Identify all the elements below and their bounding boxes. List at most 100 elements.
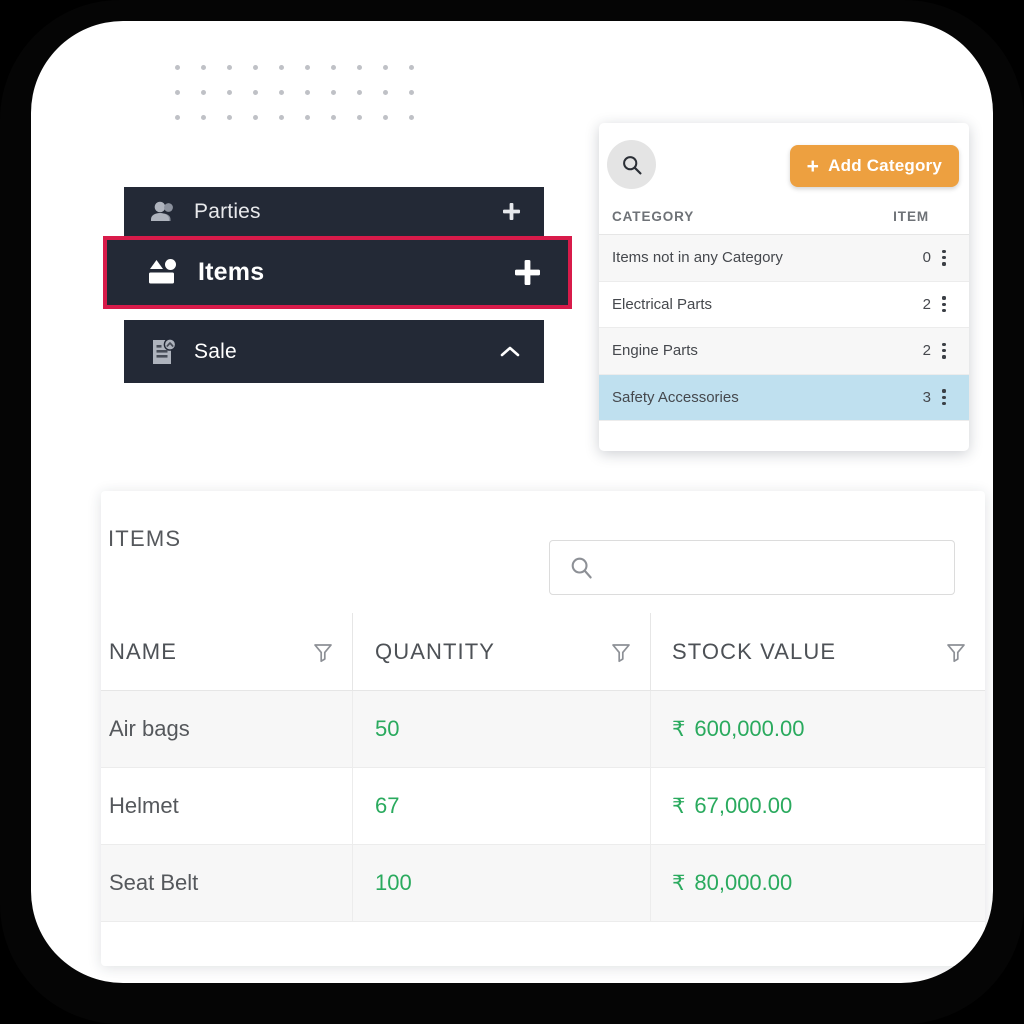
sidebar-item-items-highlight: Items (103, 236, 572, 309)
items-table-header: NAME QUANTITY STOCK VALUE (101, 613, 985, 691)
chevron-up-icon[interactable] (498, 344, 522, 360)
add-category-button[interactable]: + Add Category (789, 145, 959, 187)
sidebar-item-label: Sale (194, 339, 237, 363)
table-row[interactable]: Seat Belt 100 ₹ 80,000.00 (101, 845, 985, 922)
category-name: Electrical Parts (612, 295, 713, 313)
cell-stock-value: ₹ 600,000.00 (651, 691, 985, 768)
dot (357, 65, 362, 70)
dot (279, 90, 284, 95)
items-search-input[interactable] (549, 540, 955, 595)
dot (175, 65, 180, 70)
category-row-menu-icon[interactable] (931, 342, 957, 359)
filter-icon[interactable] (312, 641, 334, 663)
filter-icon[interactable] (945, 641, 967, 663)
dot (357, 115, 362, 120)
app-canvas: Parties Items Sale + Add Category CATEGO… (31, 21, 993, 983)
cell-quantity: 50 (353, 691, 651, 768)
category-table-header: CATEGORY ITEM (599, 199, 969, 235)
dot (227, 115, 232, 120)
dot (201, 115, 206, 120)
cell-name: Seat Belt (101, 845, 353, 922)
rupee-icon: ₹ (672, 794, 686, 818)
dot (409, 65, 414, 70)
add-party-plus-icon[interactable] (501, 201, 522, 222)
dot (383, 90, 388, 95)
dot (253, 90, 258, 95)
dot-row (175, 65, 435, 90)
sidebar-item-items[interactable]: Items (107, 240, 568, 305)
dot (175, 115, 180, 120)
cell-quantity: 67 (353, 768, 651, 845)
category-name: Safety Accessories (612, 388, 739, 406)
filter-icon[interactable] (610, 641, 632, 663)
dot (253, 115, 258, 120)
category-row-menu-icon[interactable] (931, 249, 957, 266)
dot (227, 90, 232, 95)
dot (331, 65, 336, 70)
add-item-plus-icon[interactable] (513, 258, 542, 287)
sidebar-item-label: Parties (194, 199, 261, 223)
dot (305, 90, 310, 95)
category-row[interactable]: Electrical Parts 2 (599, 281, 969, 328)
people-icon (146, 200, 180, 224)
plus-icon: + (806, 154, 820, 178)
dot (279, 115, 284, 120)
table-row[interactable]: Helmet 67 ₹ 67,000.00 (101, 768, 985, 845)
category-row-menu-icon[interactable] (931, 296, 957, 313)
search-icon (621, 154, 643, 176)
category-search-button[interactable] (607, 140, 656, 189)
category-item-count: 0 (922, 249, 931, 267)
dot (201, 90, 206, 95)
invoice-icon (146, 337, 180, 367)
sidebar-item-label: Items (198, 258, 265, 286)
category-item-count: 2 (922, 295, 931, 313)
sidebar-item-sale[interactable]: Sale (124, 320, 544, 383)
dot-row (175, 90, 435, 115)
column-header-category: CATEGORY (612, 209, 695, 224)
sidebar-nav: Parties Items Sale (103, 187, 572, 383)
category-row-selected[interactable]: Safety Accessories 3 (599, 374, 969, 421)
column-label: NAME (109, 638, 177, 664)
category-row-menu-icon[interactable] (931, 389, 957, 406)
dot (253, 65, 258, 70)
dot (409, 115, 414, 120)
dot (357, 90, 362, 95)
items-card-title: ITEMS (108, 526, 182, 551)
dot (331, 115, 336, 120)
category-name: Items not in any Category (612, 249, 783, 267)
category-item-count: 2 (922, 342, 931, 360)
dot (175, 90, 180, 95)
cell-name: Helmet (101, 768, 353, 845)
dot (331, 90, 336, 95)
sidebar-item-parties[interactable]: Parties (124, 187, 544, 236)
add-category-label: Add Category (828, 156, 942, 175)
cell-quantity: 100 (353, 845, 651, 922)
dot (409, 90, 414, 95)
dot (279, 65, 284, 70)
column-header-name: NAME (101, 613, 353, 690)
category-item-count: 3 (922, 388, 931, 406)
dot (305, 115, 310, 120)
table-row[interactable]: Air bags 50 ₹ 600,000.00 (101, 691, 985, 768)
cell-stock-value: ₹ 67,000.00 (651, 768, 985, 845)
category-name: Engine Parts (612, 342, 698, 360)
cell-stock-value: ₹ 80,000.00 (651, 845, 985, 922)
rupee-icon: ₹ (672, 717, 686, 741)
column-header-quantity: QUANTITY (353, 613, 651, 690)
decorative-dot-grid (175, 65, 435, 140)
items-table: NAME QUANTITY STOCK VALUE Air bags 50 ₹ … (101, 613, 985, 922)
category-toolbar: + Add Category (599, 123, 969, 199)
stock-value-amount: 600,000.00 (694, 716, 805, 741)
column-header-stock-value: STOCK VALUE (651, 613, 985, 690)
items-box-icon (146, 258, 180, 288)
category-row[interactable]: Items not in any Category 0 (599, 235, 969, 282)
dot (201, 65, 206, 70)
column-header-item: ITEM (893, 209, 929, 224)
dot (383, 115, 388, 120)
column-label: STOCK VALUE (672, 638, 837, 664)
dot (227, 65, 232, 70)
dot (305, 65, 310, 70)
category-row[interactable]: Engine Parts 2 (599, 328, 969, 375)
search-icon (569, 555, 595, 581)
cell-name: Air bags (101, 691, 353, 768)
